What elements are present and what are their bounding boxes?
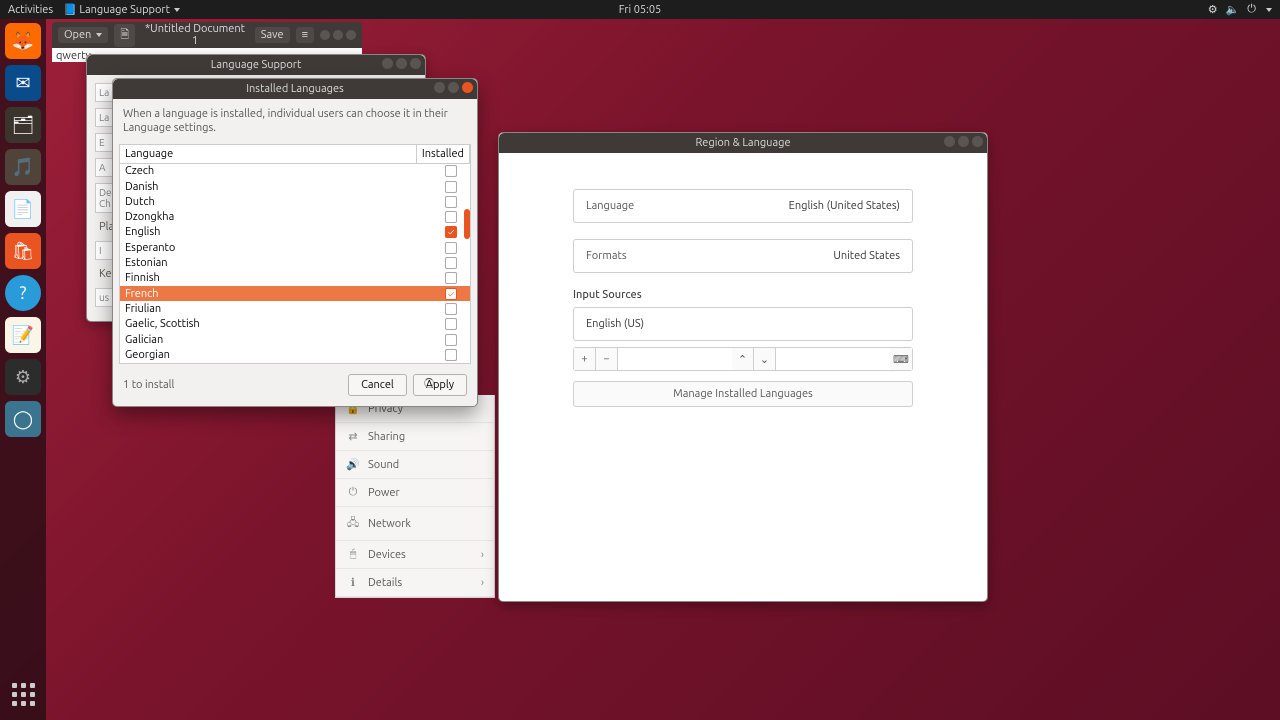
system-menu-icon[interactable]: [1266, 8, 1272, 12]
menu-button[interactable]: ≡: [296, 27, 314, 43]
window-title: Region & Language: [499, 133, 987, 153]
language-list[interactable]: CzechDanishDutchDzongkhaEnglish✓Esperant…: [119, 164, 471, 364]
sidebar-item-sharing[interactable]: ⇄Sharing: [336, 423, 494, 451]
installed-checkbox[interactable]: [445, 257, 457, 269]
new-tab-button[interactable]: 🗎: [114, 24, 135, 47]
language-row[interactable]: Finnish: [120, 271, 470, 286]
input-sources-heading: Input Sources: [573, 289, 913, 301]
network-indicator-icon[interactable]: ⚙: [1208, 3, 1218, 16]
install-count: 1 to install: [123, 379, 342, 391]
save-button[interactable]: Save: [255, 27, 290, 43]
thunderbird-icon[interactable]: ✉: [5, 65, 41, 101]
software-icon[interactable]: 🛍: [5, 233, 41, 269]
installed-checkbox[interactable]: [445, 349, 457, 361]
input-sources-list: English (US): [573, 307, 913, 341]
sidebar-item-devices[interactable]: 🖱Devices›: [336, 541, 494, 569]
language-row[interactable]: English✓: [120, 225, 470, 240]
minimize-icon[interactable]: [944, 136, 955, 147]
installed-checkbox[interactable]: [445, 196, 457, 208]
dock: 🦊 ✉ 🗂 🎵 📄 🛍 ? 📝 ⚙ ◯: [0, 19, 46, 720]
input-source-controls: + − ⌃ ⌄ ⌨: [573, 347, 913, 371]
move-up-button[interactable]: ⌃: [732, 348, 754, 370]
remove-input-button[interactable]: −: [596, 348, 618, 370]
installed-languages-dialog: Installed Languages When a language is i…: [112, 78, 478, 407]
installed-checkbox[interactable]: [445, 165, 457, 177]
maximize-icon[interactable]: [333, 30, 343, 40]
language-row[interactable]: Galician: [120, 332, 470, 347]
dialog-description: When a language is installed, individual…: [113, 99, 477, 144]
dialog-title: Installed Languages: [113, 79, 477, 99]
maximize-icon[interactable]: [958, 136, 969, 147]
sound-indicator-icon[interactable]: 🔈: [1226, 3, 1240, 16]
installed-checkbox[interactable]: ✓: [445, 226, 457, 238]
settings-icon[interactable]: ⚙: [5, 359, 41, 395]
language-row[interactable]: Dutch: [120, 194, 470, 209]
minimize-icon[interactable]: [434, 82, 445, 93]
app-icon[interactable]: ◯: [5, 401, 41, 437]
scrollbar[interactable]: [464, 209, 470, 239]
text-editor-icon[interactable]: 📝: [5, 317, 41, 353]
language-row[interactable]: Estonian: [120, 255, 470, 270]
apply-button[interactable]: Apply: [413, 374, 467, 396]
installed-checkbox[interactable]: ✓: [445, 288, 457, 300]
installed-checkbox[interactable]: [445, 318, 457, 330]
language-row[interactable]: French✓: [120, 286, 470, 301]
sidebar-item-network[interactable]: 🖧Network: [336, 507, 494, 541]
installed-checkbox[interactable]: [445, 242, 457, 254]
formats-row[interactable]: FormatsUnited States: [573, 239, 913, 273]
maximize-icon[interactable]: [396, 58, 407, 69]
close-icon[interactable]: [410, 58, 421, 69]
installed-checkbox[interactable]: [445, 181, 457, 193]
sidebar-item-sound[interactable]: 🔊Sound: [336, 451, 494, 479]
activities-button[interactable]: Activities: [8, 4, 53, 16]
spinner-icon: [424, 378, 434, 388]
region-language-window: Region & Language LanguageEnglish (Unite…: [498, 132, 988, 602]
writer-icon[interactable]: 📄: [5, 191, 41, 227]
cancel-button[interactable]: Cancel: [348, 374, 407, 396]
window-title: Language Support: [87, 55, 425, 75]
keyboard-layout-button[interactable]: ⌨: [890, 348, 912, 370]
firefox-icon[interactable]: 🦊: [5, 23, 41, 59]
rhythmbox-icon[interactable]: 🎵: [5, 149, 41, 185]
installed-checkbox[interactable]: [445, 272, 457, 284]
language-row[interactable]: LanguageEnglish (United States): [573, 189, 913, 223]
power-indicator-icon[interactable]: ⏻: [1247, 3, 1256, 16]
installed-checkbox[interactable]: [445, 334, 457, 346]
language-row[interactable]: Dzongkha: [120, 209, 470, 224]
language-row[interactable]: Danish: [120, 179, 470, 194]
top-bar: Activities 📘 Language Support Fri 05:05 …: [0, 0, 1280, 19]
help-icon[interactable]: ?: [5, 275, 41, 311]
table-header: Language Installed: [119, 144, 471, 164]
minimize-icon[interactable]: [382, 58, 393, 69]
document-title: *Untitled Document 1: [141, 23, 249, 47]
minimize-icon[interactable]: [320, 30, 330, 40]
installed-checkbox[interactable]: [445, 211, 457, 223]
close-icon[interactable]: [346, 30, 356, 40]
col-installed[interactable]: Installed: [417, 145, 470, 163]
manage-languages-button[interactable]: Manage Installed Languages: [573, 381, 913, 407]
language-row[interactable]: Friulian: [120, 301, 470, 316]
language-row[interactable]: Czech: [120, 164, 470, 179]
language-row[interactable]: Georgian: [120, 347, 470, 362]
input-source-item[interactable]: English (US): [574, 308, 912, 340]
open-button[interactable]: Open: [58, 27, 108, 43]
show-apps-icon[interactable]: [5, 676, 41, 712]
add-input-button[interactable]: +: [574, 348, 596, 370]
installed-checkbox[interactable]: [445, 303, 457, 315]
language-row[interactable]: Gaelic, Scottish: [120, 317, 470, 332]
clock[interactable]: Fri 05:05: [619, 4, 661, 16]
maximize-icon[interactable]: [448, 82, 459, 93]
files-icon[interactable]: 🗂: [5, 107, 41, 143]
move-down-button[interactable]: ⌄: [754, 348, 776, 370]
col-language[interactable]: Language: [120, 145, 417, 163]
settings-sidebar: 🔒Privacy⇄Sharing🔊Sound⏻Power🖧Network🖱Dev…: [335, 395, 495, 598]
close-icon[interactable]: [462, 82, 473, 93]
sidebar-item-details[interactable]: ℹDetails›: [336, 569, 494, 597]
app-menu[interactable]: 📘 Language Support: [63, 3, 180, 16]
sidebar-item-power[interactable]: ⏻Power: [336, 479, 494, 507]
language-row[interactable]: Esperanto: [120, 240, 470, 255]
close-icon[interactable]: [972, 136, 983, 147]
